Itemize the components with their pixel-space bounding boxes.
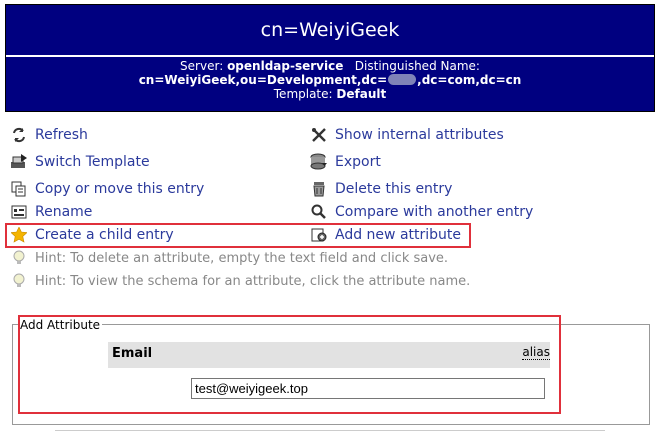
export-action[interactable]: Export [310,152,381,172]
delete-action[interactable]: Delete this entry [310,179,452,199]
redaction-blur [388,74,417,85]
tools-icon [310,126,328,144]
export-link[interactable]: Export [335,154,381,170]
refresh-icon [10,126,28,144]
entry-header: cn=WeiyiGeek Server: openldap-service Di… [5,4,655,112]
highlight-box-actions [5,223,471,248]
show-internal-action[interactable]: Show internal attributes [310,125,504,145]
highlight-box-add-attribute [18,315,561,414]
switch-template-action[interactable]: Switch Template [10,152,150,172]
hint-delete-text: Hint: To delete an attribute, empty the … [35,250,449,266]
dn-label: Distinguished Name: [354,59,480,73]
hint-schema-text: Hint: To view the schema for an attribut… [35,273,471,289]
show-internal-link[interactable]: Show internal attributes [335,127,504,143]
switch-template-icon [10,153,28,171]
delete-link[interactable]: Delete this entry [335,181,452,197]
rename-action[interactable]: Rename [10,202,92,222]
copy-move-link[interactable]: Copy or move this entry [35,181,204,197]
server-value: openldap-service [227,59,344,73]
lightbulb-icon [10,272,28,290]
rename-icon [10,203,28,221]
compare-action[interactable]: Compare with another entry [310,202,533,222]
hint-delete: Hint: To delete an attribute, empty the … [10,249,448,267]
template-label: Template: [273,87,333,101]
copy-move-action[interactable]: Copy or move this entry [10,179,204,199]
copy-icon [10,180,28,198]
server-label: Server: [180,59,224,73]
trash-icon [310,180,328,198]
template-value: Default [336,87,387,101]
refresh-link[interactable]: Refresh [35,127,88,143]
refresh-action[interactable]: Refresh [10,125,88,145]
hint-schema: Hint: To view the schema for an attribut… [10,272,470,290]
dn-prefix: cn=WeiyiGeek,ou=Development,dc= [138,73,388,87]
entry-title: cn=WeiyiGeek [6,5,654,57]
compare-link[interactable]: Compare with another entry [335,204,533,220]
switch-template-link[interactable]: Switch Template [35,154,150,170]
entry-info: Server: openldap-service Distinguished N… [6,59,654,101]
rename-link[interactable]: Rename [35,204,92,220]
lightbulb-icon [10,249,28,267]
divider [55,430,605,431]
dn-suffix: ,dc=com,dc=cn [417,73,522,87]
magnifier-icon [310,203,328,221]
database-export-icon [310,153,328,171]
